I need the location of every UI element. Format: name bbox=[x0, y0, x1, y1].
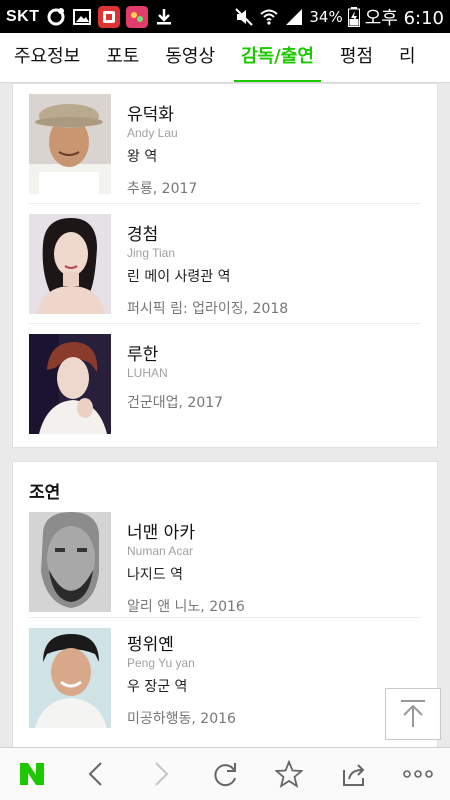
bookmark-button[interactable] bbox=[264, 749, 314, 799]
actor-name[interactable]: 경첨 bbox=[127, 220, 421, 245]
actor-work[interactable]: 미공하행동, 2016 bbox=[127, 708, 421, 728]
forward-button[interactable] bbox=[136, 749, 186, 799]
app-notification-icon bbox=[125, 5, 148, 28]
actor-role: 왕 역 bbox=[127, 149, 158, 165]
download-icon bbox=[156, 8, 171, 24]
cast-item[interactable]: 펑위옌 Peng Yu yan 우 장군 역 미공하행동, 2016 bbox=[29, 618, 421, 738]
actor-name[interactable]: 루한 bbox=[127, 340, 421, 365]
actor-role: 나지드 역 bbox=[127, 567, 183, 583]
tab-video[interactable]: 동영상 bbox=[152, 33, 228, 82]
main-cast-card: 유덕화 Andy Lau 왕 역 추룡, 2017 경첨 Jing Tian 린… bbox=[12, 83, 438, 448]
status-bar: SKT 34% 오후 6:10 bbox=[0, 0, 450, 33]
tab-main-info[interactable]: 주요정보 bbox=[12, 33, 93, 82]
notification-circle-icon bbox=[47, 7, 64, 25]
actor-work[interactable]: 추룡, 2017 bbox=[127, 178, 421, 198]
content-area: 유덕화 Andy Lau 왕 역 추룡, 2017 경첨 Jing Tian 린… bbox=[0, 83, 450, 747]
actor-photo[interactable] bbox=[29, 512, 111, 612]
star-icon bbox=[275, 760, 304, 788]
cast-item[interactable]: 루한 LUHAN 건군대업, 2017 bbox=[29, 324, 421, 444]
signal-icon bbox=[286, 8, 303, 25]
refresh-button[interactable] bbox=[200, 749, 250, 799]
bottom-nav-bar bbox=[0, 747, 450, 800]
carrier-label: SKT bbox=[6, 7, 40, 25]
gallery-icon bbox=[72, 8, 91, 25]
chevron-right-icon bbox=[154, 762, 169, 786]
actor-english-name: Jing Tian bbox=[127, 246, 176, 260]
tab-rating[interactable]: 평점 bbox=[327, 33, 386, 82]
supporting-cast-card: 조연 너맨 아카 Numan Acar 나지드 역 알리 앤 니노, 2016 bbox=[12, 461, 438, 747]
cast-item[interactable]: 유덕화 Andy Lau 왕 역 추룡, 2017 bbox=[29, 84, 421, 204]
battery-icon bbox=[347, 6, 360, 27]
actor-english-name: LUHAN bbox=[127, 366, 168, 380]
tab-bar: 주요정보 포토 동영상 감독/출연 평점 리 bbox=[0, 33, 450, 83]
actor-photo[interactable] bbox=[29, 214, 111, 314]
arrow-up-icon bbox=[401, 700, 425, 727]
share-button[interactable] bbox=[329, 749, 379, 799]
more-dots-icon bbox=[403, 770, 433, 778]
tab-review[interactable]: 리 bbox=[386, 33, 429, 82]
tab-photo[interactable]: 포토 bbox=[93, 33, 152, 82]
scroll-to-top-button[interactable] bbox=[385, 688, 441, 740]
tab-director-cast[interactable]: 감독/출연 bbox=[228, 33, 327, 82]
actor-work[interactable]: 건군대업, 2017 bbox=[127, 392, 421, 412]
naver-logo-icon bbox=[20, 763, 45, 785]
clock: 오후 6:10 bbox=[364, 7, 444, 29]
battery-percent: 34% bbox=[309, 7, 343, 26]
naver-home-button[interactable] bbox=[7, 749, 57, 799]
refresh-icon bbox=[214, 763, 236, 787]
actor-name[interactable]: 유덕화 bbox=[127, 100, 421, 125]
actor-english-name: Numan Acar bbox=[127, 544, 194, 558]
actor-work[interactable]: 알리 앤 니노, 2016 bbox=[127, 596, 421, 616]
chevron-left-icon bbox=[89, 762, 103, 786]
actor-role: 린 메이 사령관 역 bbox=[127, 269, 231, 285]
actor-english-name: Peng Yu yan bbox=[127, 656, 195, 670]
more-button[interactable] bbox=[393, 749, 443, 799]
share-icon bbox=[342, 764, 364, 786]
actor-photo[interactable] bbox=[29, 334, 111, 434]
cast-item[interactable]: 너맨 아카 Numan Acar 나지드 역 알리 앤 니노, 2016 bbox=[29, 508, 421, 618]
app-notification-icon bbox=[97, 5, 120, 28]
actor-name[interactable]: 너맨 아카 bbox=[127, 518, 421, 543]
cast-item[interactable]: 경첨 Jing Tian 린 메이 사령관 역 퍼시픽 림: 업라이징, 201… bbox=[29, 204, 421, 324]
wifi-icon bbox=[260, 9, 279, 25]
actor-photo[interactable] bbox=[29, 628, 111, 728]
section-title: 조연 bbox=[29, 483, 61, 503]
actor-english-name: Andy Lau bbox=[127, 126, 178, 140]
actor-name[interactable]: 펑위옌 bbox=[127, 630, 421, 655]
actor-work[interactable]: 퍼시픽 림: 업라이징, 2018 bbox=[127, 298, 421, 318]
mute-icon bbox=[235, 7, 254, 26]
actor-photo[interactable] bbox=[29, 94, 111, 194]
actor-role: 우 장군 역 bbox=[127, 679, 188, 695]
back-button[interactable] bbox=[71, 749, 121, 799]
